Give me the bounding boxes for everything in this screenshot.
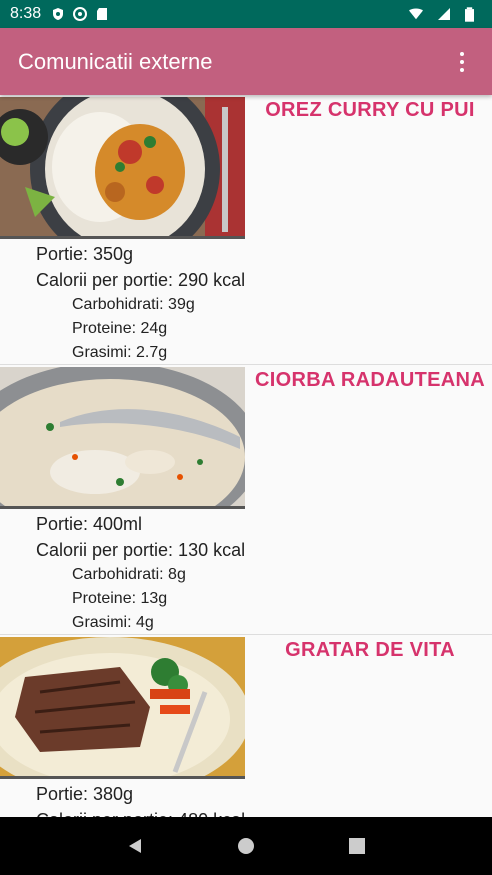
signal-icon: [438, 8, 450, 20]
recipe-title: OREZ CURRY CU PUI: [265, 99, 475, 121]
nutrition-info: Portie: 400ml Calorii per portie: 130 kc…: [36, 511, 245, 635]
shield-icon: [53, 8, 64, 20]
list-item[interactable]: GRATAR DE VITA Portie: 380g Calorii per …: [0, 635, 492, 817]
recipe-list[interactable]: OREZ CURRY CU PUI Portie: 350g Calorii p…: [0, 95, 492, 817]
carbs: Carbohidrati: 39g: [72, 296, 195, 313]
carbs: Carbohidrati: 8g: [72, 566, 186, 583]
at-sign-icon: [73, 7, 88, 21]
status-bar: 8:38: [0, 0, 492, 28]
list-item[interactable]: OREZ CURRY CU PUI Portie: 350g Calorii p…: [0, 95, 492, 365]
recents-icon[interactable]: [348, 837, 366, 855]
food-image: [0, 367, 245, 509]
serving-size: Portie: 380g: [36, 784, 134, 804]
back-icon[interactable]: [126, 837, 144, 855]
recipe-title: CIORBA RADAUTEANA: [255, 369, 485, 391]
nutrition-info: Portie: 380g Calorii per portie: 480 kca…: [36, 781, 245, 817]
calories: Calorii per portie: 290 kcal: [36, 270, 246, 290]
wifi-icon: [409, 8, 423, 20]
fat: Grasimi: 2.7g: [72, 344, 168, 361]
list-item[interactable]: CIORBA RADAUTEANA Portie: 400ml Calorii …: [0, 365, 492, 635]
navigation-bar: [0, 817, 492, 875]
overflow-menu-icon[interactable]: [450, 47, 474, 77]
protein: Proteine: 24g: [72, 320, 168, 337]
sd-card-icon: [97, 8, 108, 20]
home-icon[interactable]: [237, 837, 255, 855]
protein: Proteine: 13g: [72, 590, 168, 607]
calories: Calorii per portie: 480 kcal: [36, 807, 245, 817]
serving-size: Portie: 400ml: [36, 514, 143, 534]
serving-size: Portie: 350g: [36, 244, 134, 264]
status-time: 8:38: [10, 5, 42, 22]
fat: Grasimi: 4g: [72, 614, 154, 631]
calories: Calorii per portie: 130 kcal: [36, 540, 246, 560]
recipe-title: GRATAR DE VITA: [285, 639, 455, 661]
battery-icon: [465, 6, 474, 22]
app-title: Comunicatii externe: [18, 48, 213, 74]
food-image: [0, 97, 245, 239]
app-bar: Comunicatii externe: [0, 28, 492, 95]
nutrition-info: Portie: 350g Calorii per portie: 290 kca…: [36, 241, 245, 365]
food-image: [0, 637, 245, 779]
